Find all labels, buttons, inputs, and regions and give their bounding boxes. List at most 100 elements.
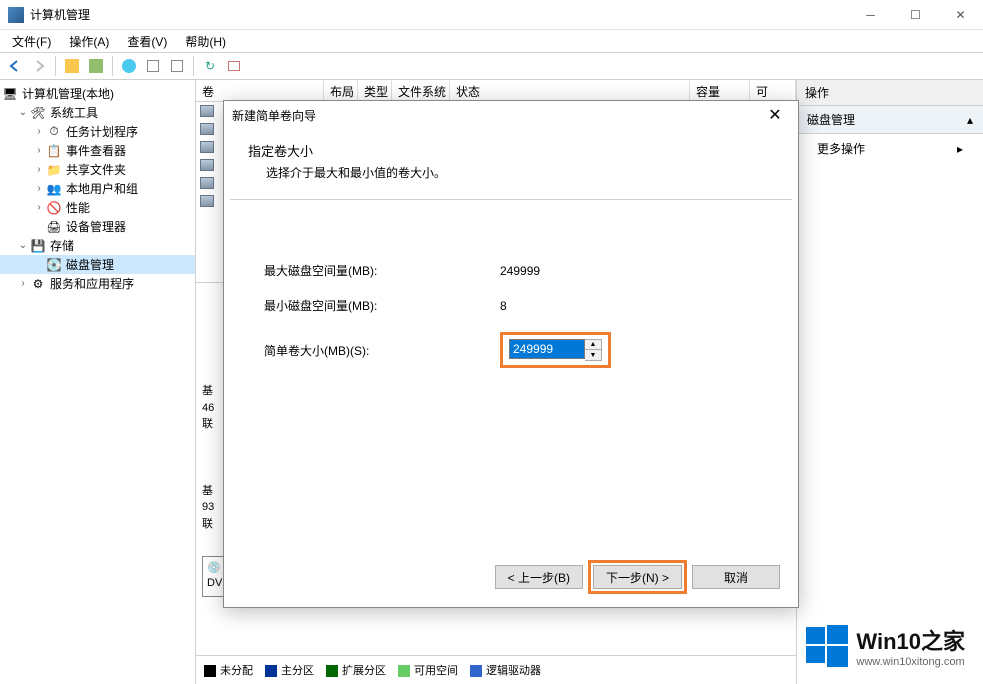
- tool-button-3[interactable]: [142, 55, 164, 77]
- back-button[interactable]: < 上一步(B): [495, 565, 583, 589]
- volume-size-input[interactable]: [509, 339, 585, 359]
- expand-icon[interactable]: ›: [32, 126, 46, 137]
- watermark: Win10之家 www.win10xitong.com: [806, 624, 965, 668]
- legend-primary: 主分区: [265, 662, 314, 678]
- menu-bar: 文件(F) 操作(A) 查看(V) 帮助(H): [0, 30, 983, 52]
- watermark-title: Win10之家: [856, 624, 965, 656]
- refresh-button[interactable]: ↻: [199, 55, 221, 77]
- legend: 未分配 主分区 扩展分区 可用空间 逻辑驱动器: [196, 655, 796, 684]
- actions-section-disk[interactable]: 磁盘管理 ▴: [797, 106, 983, 134]
- col-capacity[interactable]: 容量: [690, 80, 750, 101]
- cancel-button[interactable]: 取消: [692, 565, 780, 589]
- collapse-icon[interactable]: ⌄: [16, 107, 30, 118]
- max-space-label: 最大磁盘空间量(MB):: [264, 262, 500, 279]
- disk-icon: 💽: [46, 257, 62, 273]
- tree-label: 计算机管理(本地): [22, 85, 114, 102]
- tree-label: 磁盘管理: [66, 256, 114, 273]
- tool-button-1[interactable]: [61, 55, 83, 77]
- dialog-subheading: 选择介于最大和最小值的卷大小。: [248, 164, 774, 181]
- services-icon: ⚙: [30, 276, 46, 292]
- menu-file[interactable]: 文件(F): [4, 31, 59, 52]
- tree-performance[interactable]: › 🚫 性能: [0, 198, 195, 217]
- tree-system-tools[interactable]: ⌄ 🛠 系统工具: [0, 103, 195, 122]
- expand-icon[interactable]: ›: [32, 145, 46, 156]
- tree-shared-folders[interactable]: › 📁 共享文件夹: [0, 160, 195, 179]
- volume-icon: [200, 195, 214, 207]
- spinner-down-button[interactable]: ▼: [585, 350, 601, 360]
- maximize-button[interactable]: ☐: [893, 0, 938, 30]
- min-space-label: 最小磁盘空间量(MB):: [264, 297, 500, 314]
- expand-icon[interactable]: ›: [32, 164, 46, 175]
- legend-logical: 逻辑驱动器: [470, 662, 541, 678]
- windows-logo-icon: [806, 625, 848, 667]
- col-filesystem[interactable]: 文件系统: [392, 80, 450, 101]
- actions-panel: 操作 磁盘管理 ▴ 更多操作 ▸: [797, 80, 983, 684]
- volume-icon: [200, 141, 214, 153]
- tree-disk-management[interactable]: 💽 磁盘管理: [0, 255, 195, 274]
- tree-storage[interactable]: ⌄ 💾 存储: [0, 236, 195, 255]
- tree-device-manager[interactable]: 🖨 设备管理器: [0, 217, 195, 236]
- col-type[interactable]: 类型: [358, 80, 392, 101]
- next-button[interactable]: 下一步(N) >: [593, 565, 682, 589]
- expand-icon[interactable]: ›: [32, 202, 46, 213]
- minimize-button[interactable]: ─: [848, 0, 893, 30]
- users-icon: 👥: [46, 181, 62, 197]
- collapse-icon[interactable]: ⌄: [16, 240, 30, 251]
- tree-label: 服务和应用程序: [50, 275, 134, 292]
- tool-button-4[interactable]: [166, 55, 188, 77]
- tree-local-users[interactable]: › 👥 本地用户和组: [0, 179, 195, 198]
- tree-event-viewer[interactable]: › 📋 事件查看器: [0, 141, 195, 160]
- forward-button[interactable]: [28, 55, 50, 77]
- event-icon: 📋: [46, 143, 62, 159]
- col-volume[interactable]: 卷: [196, 80, 324, 101]
- dialog-titlebar: 新建简单卷向导 ✕: [224, 101, 798, 129]
- expand-icon[interactable]: ›: [16, 278, 30, 289]
- expand-icon[interactable]: ›: [32, 183, 46, 194]
- storage-icon: 💾: [30, 238, 46, 254]
- col-available[interactable]: 可: [750, 80, 796, 101]
- volume-icon: [200, 123, 214, 135]
- back-button[interactable]: [4, 55, 26, 77]
- tool-button-5[interactable]: [223, 55, 245, 77]
- perf-icon: 🚫: [46, 200, 62, 216]
- dialog-title: 新建简单卷向导: [232, 107, 316, 124]
- dialog-close-button[interactable]: ✕: [760, 105, 790, 125]
- tree-task-scheduler[interactable]: › ⏱ 任务计划程序: [0, 122, 195, 141]
- volume-size-label: 简单卷大小(MB)(S):: [264, 342, 500, 359]
- actions-more[interactable]: 更多操作 ▸: [797, 134, 983, 163]
- tools-icon: 🛠: [30, 105, 46, 121]
- toolbar: ↻: [0, 52, 983, 80]
- clock-icon: ⏱: [46, 124, 62, 140]
- new-volume-wizard-dialog: 新建简单卷向导 ✕ 指定卷大小 选择介于最大和最小值的卷大小。 最大磁盘空间量(…: [223, 100, 799, 608]
- tree-label: 任务计划程序: [66, 123, 138, 140]
- min-space-value: 8: [500, 299, 507, 313]
- col-layout[interactable]: 布局: [324, 80, 358, 101]
- watermark-url: www.win10xitong.com: [856, 656, 965, 668]
- window-titlebar: 计算机管理 ─ ☐ ✕: [0, 0, 983, 30]
- window-title: 计算机管理: [30, 6, 848, 23]
- tree-label: 系统工具: [50, 104, 98, 121]
- folder-icon: 📁: [46, 162, 62, 178]
- tree-label: 设备管理器: [66, 218, 126, 235]
- menu-help[interactable]: 帮助(H): [177, 31, 234, 52]
- tree-services-apps[interactable]: › ⚙ 服务和应用程序: [0, 274, 195, 293]
- actions-header: 操作: [797, 80, 983, 106]
- app-icon: [8, 7, 24, 23]
- cdrom-icon: 💿: [207, 561, 221, 576]
- volume-list-header: 卷 布局 类型 文件系统 状态 容量 可: [196, 80, 796, 102]
- max-space-value: 249999: [500, 264, 540, 278]
- computer-icon: 🖥: [2, 86, 18, 102]
- volume-icon: [200, 159, 214, 171]
- col-status[interactable]: 状态: [450, 80, 690, 101]
- tool-button-2[interactable]: [85, 55, 107, 77]
- menu-action[interactable]: 操作(A): [61, 31, 117, 52]
- tree-root[interactable]: 🖥 计算机管理(本地): [0, 84, 195, 103]
- menu-view[interactable]: 查看(V): [119, 31, 175, 52]
- spinner-up-button[interactable]: ▲: [585, 340, 601, 350]
- window-controls: ─ ☐ ✕: [848, 0, 983, 30]
- close-button[interactable]: ✕: [938, 0, 983, 30]
- volume-size-spinner-highlight: ▲ ▼: [500, 332, 611, 368]
- tree-label: 事件查看器: [66, 142, 126, 159]
- legend-extended: 扩展分区: [326, 662, 386, 678]
- help-button[interactable]: [118, 55, 140, 77]
